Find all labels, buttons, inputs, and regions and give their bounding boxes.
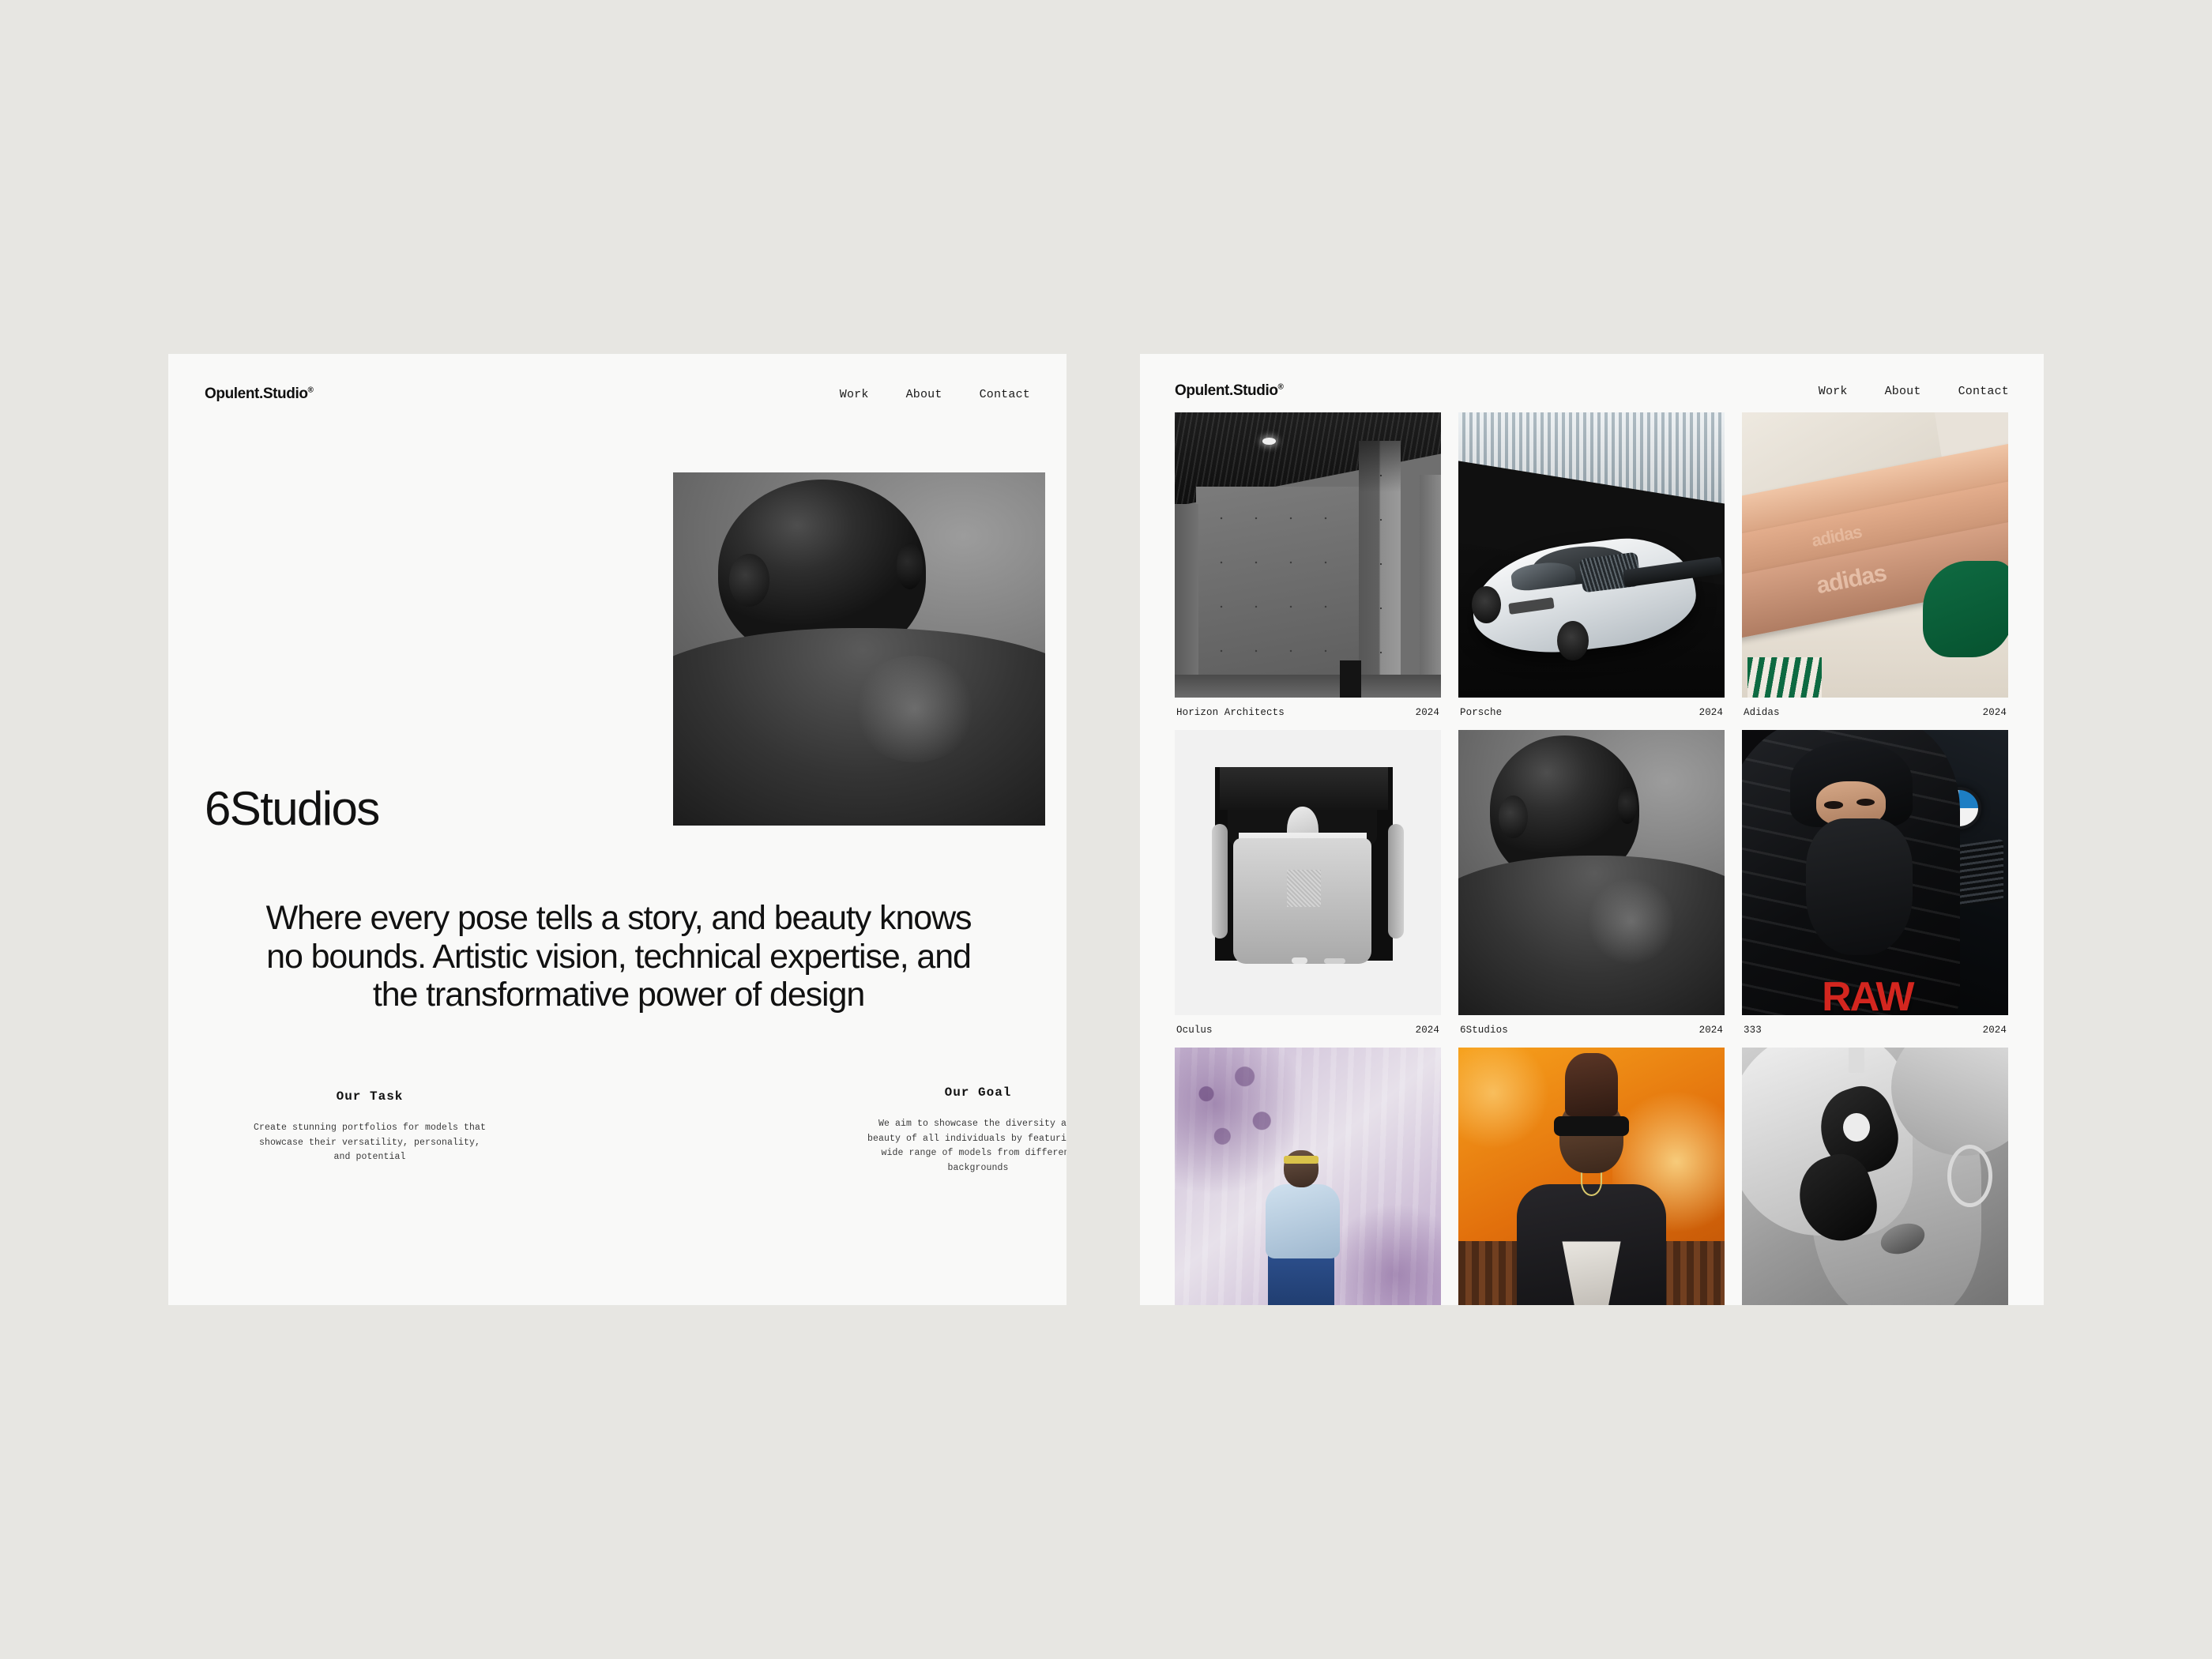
back-portrait-photo [1458,730,1725,1015]
work-grid-row [1175,1048,2009,1305]
nav-item-work[interactable]: Work [1819,385,1848,398]
page-title: 6Studios [205,782,380,835]
work-year: 2024 [1698,707,1723,718]
sunglasses-portrait-photo [1742,1048,2008,1305]
work-thumbnail-333[interactable]: RAW [1742,730,2008,1015]
work-title: Adidas [1744,707,1780,718]
work-title: 333 [1744,1025,1762,1036]
black-puffer-bmw-photo: RAW [1742,730,2008,1015]
main-nav: Work About Contact [840,388,1030,401]
work-title: 6Studios [1460,1025,1508,1036]
work-item[interactable] [1742,1048,2008,1305]
nav-item-work[interactable]: Work [840,388,869,401]
work-caption: 6Studios 2024 [1458,1015,1725,1048]
work-thumbnail-orange-portrait[interactable] [1458,1048,1725,1305]
work-item[interactable]: adidas adidas Adidas 2024 [1742,412,2008,730]
info-column-our-task: Our Task Create stunning portfolios for … [251,1089,488,1165]
work-caption: Adidas 2024 [1742,698,2008,730]
purple-shadow-portrait-photo [1175,1048,1441,1305]
work-grid-row: Oculus 2024 6Studios 2024 RAW 333 2024 [1175,730,2009,1048]
nav-item-contact[interactable]: Contact [980,388,1030,401]
info-title-our-goal: Our Goal [944,1085,1012,1100]
work-thumbnail-adidas[interactable]: adidas adidas [1742,412,2008,698]
work-grid-row: Horizon Architects 2024 Porsche 2024 adi… [1175,412,2009,730]
work-page-panel: Opulent.Studio® Work About Contact Horiz… [1140,354,2044,1305]
work-item[interactable]: Oculus 2024 [1175,730,1441,1048]
work-thumbnail-horizon-architects[interactable] [1175,412,1441,698]
work-caption: Horizon Architects 2024 [1175,698,1441,730]
work-thumbnail-bw-portrait[interactable] [1742,1048,2008,1305]
work-caption: 333 2024 [1742,1015,2008,1048]
orange-backdrop-portrait-photo [1458,1048,1725,1305]
hero-image [673,472,1045,826]
work-caption: Oculus 2024 [1175,1015,1441,1048]
work-year: 2024 [1415,1025,1439,1036]
work-item[interactable]: Porsche 2024 [1458,412,1725,730]
site-logo-text: Opulent.Studio [1175,382,1278,399]
work-year: 2024 [1982,707,2007,718]
main-nav: Work About Contact [1819,385,2009,398]
site-logo[interactable]: Opulent.Studio® [1175,382,1284,400]
work-title: Horizon Architects [1176,707,1285,718]
screenshot-canvas: Opulent.Studio® Work About Contact 6Stud… [0,0,2212,1659]
nav-item-about[interactable]: About [906,388,942,401]
work-caption: Porsche 2024 [1458,698,1725,730]
info-body-our-goal: We aim to showcase the diversity and bea… [867,1119,1066,1173]
work-item[interactable] [1175,1048,1441,1305]
nav-item-about[interactable]: About [1885,385,1921,398]
back-portrait-photo [673,472,1045,826]
work-item[interactable]: Horizon Architects 2024 [1175,412,1441,730]
site-header-right: Opulent.Studio® Work About Contact [1140,354,2044,400]
site-logo[interactable]: Opulent.Studio® [205,386,314,403]
work-thumbnail-porsche[interactable] [1458,412,1725,698]
registered-trademark-icon: ® [1277,382,1284,392]
site-logo-text: Opulent.Studio [205,386,308,402]
work-thumbnail-purple-portrait[interactable] [1175,1048,1441,1305]
work-year: 2024 [1415,707,1439,718]
site-header-left: Opulent.Studio® Work About Contact [168,354,1066,403]
work-title: Oculus [1176,1025,1213,1036]
info-title-our-task: Our Task [336,1089,404,1104]
info-body-our-task: Create stunning portfolios for models th… [253,1123,487,1163]
work-thumbnail-6studios[interactable] [1458,730,1725,1015]
work-grid: Horizon Architects 2024 Porsche 2024 adi… [1175,412,2009,1305]
registered-trademark-icon: ® [307,386,314,395]
porsche-car-photo [1458,412,1725,698]
info-column-our-goal: Our Goal We aim to showcase the diversit… [860,1085,1066,1176]
nav-item-contact[interactable]: Contact [1958,385,2009,398]
work-item[interactable]: RAW 333 2024 [1742,730,2008,1048]
vr-headset-photo [1175,730,1441,1015]
work-item[interactable]: 6Studios 2024 [1458,730,1725,1048]
about-page-panel: Opulent.Studio® Work About Contact 6Stud… [168,354,1066,1305]
work-year: 2024 [1698,1025,1723,1036]
work-year: 2024 [1982,1025,2007,1036]
hero-statement: Where every pose tells a story, and beau… [265,899,972,1014]
work-title: Porsche [1460,707,1503,718]
concrete-architecture-photo [1175,412,1441,698]
work-thumbnail-oculus[interactable] [1175,730,1441,1015]
work-item[interactable] [1458,1048,1725,1305]
adidas-sneaker-photo: adidas adidas [1742,412,2008,698]
